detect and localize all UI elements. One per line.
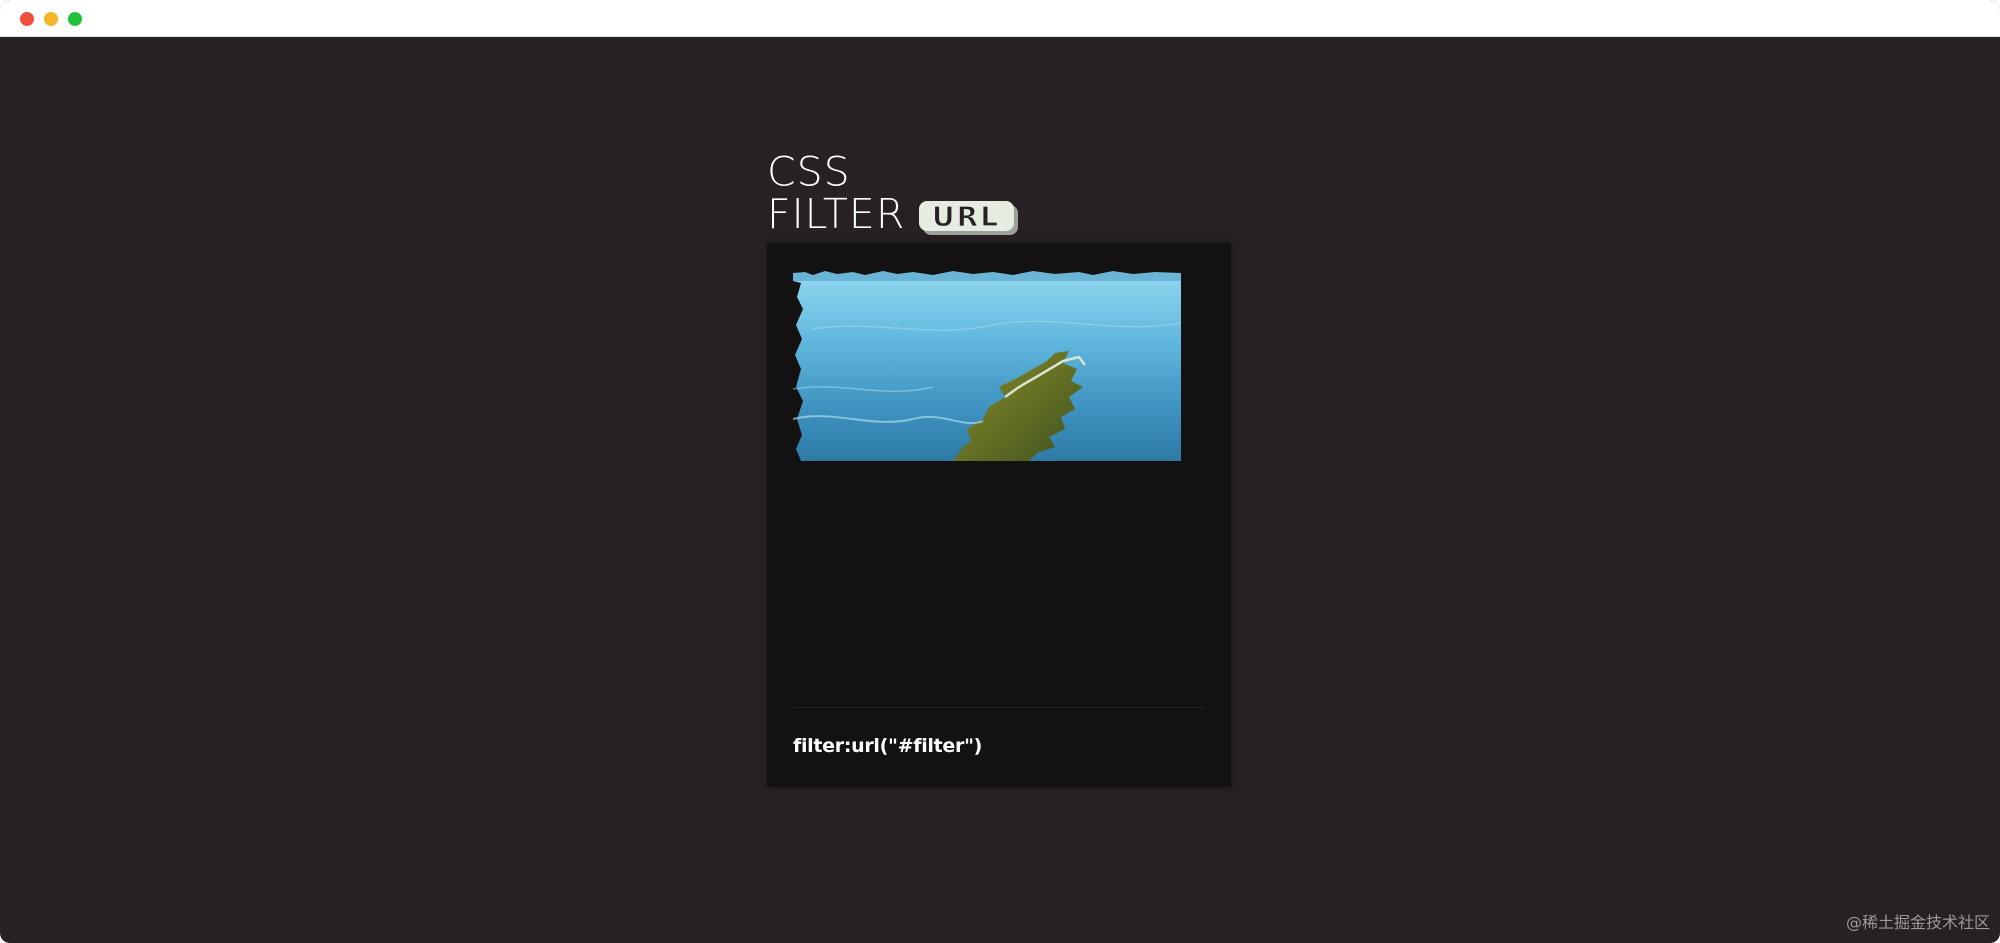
url-badge-text: URL	[932, 200, 1000, 233]
heading-word-filter: FILTER	[767, 190, 906, 238]
card-divider	[793, 707, 1205, 708]
url-badge: URL	[919, 199, 1018, 235]
heading-line-css: CSS	[767, 148, 851, 196]
close-window-button[interactable]	[20, 12, 34, 26]
filtered-photo	[793, 271, 1181, 461]
demo-card: filter:url("#filter")	[767, 243, 1231, 787]
page-heading: CSS FILTER	[767, 152, 905, 242]
maximize-window-button[interactable]	[68, 12, 82, 26]
browser-window: CSS FILTER URL filter:url("#filter") @稀土…	[0, 0, 2000, 943]
watermark: @稀土掘金技术社区	[1845, 913, 1990, 932]
title-bar	[0, 0, 2000, 37]
heading-line-filter: FILTER	[767, 194, 905, 242]
filter-caption: filter:url("#filter")	[793, 735, 983, 757]
minimize-window-button[interactable]	[44, 12, 58, 26]
